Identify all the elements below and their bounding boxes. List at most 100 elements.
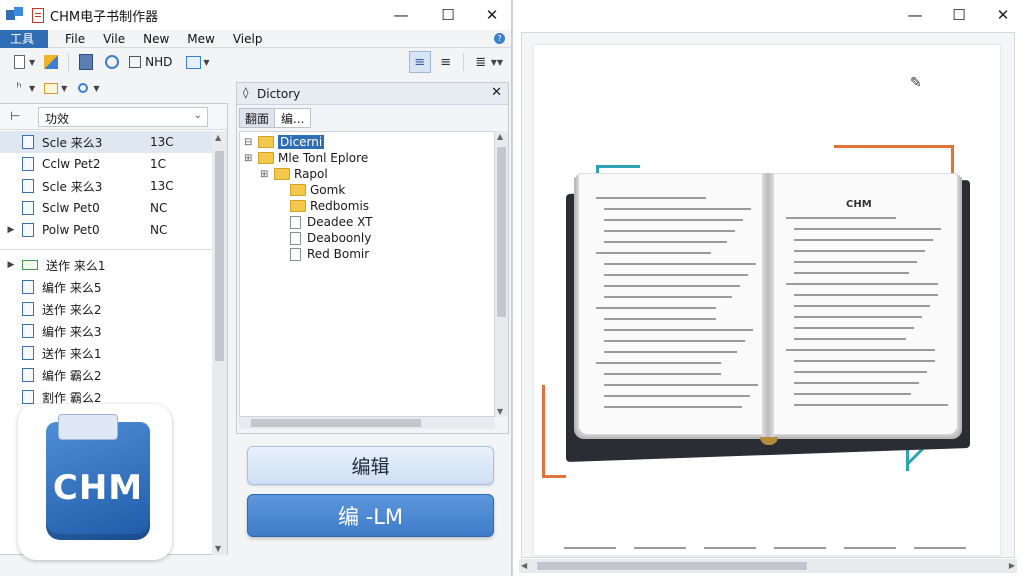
list-item[interactable]: 编作 来么3 — [0, 320, 212, 342]
tree-horizontal-scrollbar[interactable] — [239, 417, 495, 429]
list-item[interactable]: Scle 来么3 13C — [0, 131, 212, 153]
chevron-down-icon[interactable]: ▼ — [497, 58, 503, 67]
text-line — [794, 338, 906, 340]
folder-icon — [258, 136, 274, 148]
scroll-up-arrow[interactable]: ▲ — [215, 133, 221, 142]
hierarchy-icon[interactable] — [127, 51, 143, 73]
menu-vielp[interactable]: Vielp — [224, 30, 272, 48]
list-item-label: 编作 霸么2 — [42, 368, 102, 383]
pin-icon[interactable]: ◊ — [243, 86, 248, 99]
document-icon — [22, 179, 34, 193]
expand-arrow-icon[interactable]: ▶ — [0, 225, 22, 235]
format-icon[interactable]: ʰ — [8, 77, 30, 99]
list-item[interactable]: ▶ Polw Pet0 NC — [0, 219, 212, 241]
chevron-down-icon[interactable]: ▼ — [29, 84, 35, 93]
preview-scrollbar-h[interactable]: ◀ ▶ — [519, 559, 1017, 573]
scroll-right-arrow[interactable]: ▶ — [1009, 561, 1015, 570]
chevron-down-icon[interactable]: ▼ — [93, 84, 99, 93]
tree-node[interactable]: ⊞ Rapol — [260, 166, 328, 182]
tree-node-label: Dicerni — [278, 135, 325, 149]
accent-line-orange — [542, 475, 566, 478]
tree-vertical-scrollbar[interactable]: ▲ ▼ — [495, 131, 508, 417]
close-button[interactable]: ✕ — [470, 0, 514, 30]
tree-expand-toggle[interactable]: ⊞ — [244, 153, 258, 164]
list-item[interactable]: 送作 来么2 — [0, 298, 212, 320]
scroll-left-arrow[interactable]: ◀ — [521, 561, 527, 570]
menu-bar: 工具 File Vile New Mew Vielp ? — [0, 29, 511, 48]
menu-file[interactable]: File — [56, 30, 94, 48]
book-heading: CHM — [846, 199, 872, 210]
close-button[interactable]: ✕ — [981, 0, 1024, 30]
scroll-thumb[interactable] — [251, 419, 421, 427]
close-icon[interactable]: ✕ — [491, 85, 502, 100]
tree-node[interactable]: Deaboonly — [276, 230, 371, 246]
toolbar-nhd-label[interactable]: NHD — [145, 55, 172, 69]
tree-node[interactable]: Redbomis — [276, 198, 369, 214]
list-item[interactable]: ▶ 送作 来么1 — [0, 254, 212, 276]
help-icon[interactable]: ? — [494, 33, 505, 44]
tree-node-label: Deaboonly — [307, 231, 372, 245]
filter-dropdown-value: 功效 — [45, 112, 70, 126]
text-line — [794, 382, 919, 384]
build-chm-button[interactable]: 编 -LM — [247, 494, 494, 537]
maximize-button[interactable]: ☐ — [426, 0, 470, 30]
scroll-thumb[interactable] — [215, 151, 224, 361]
maximize-button[interactable]: ☐ — [937, 0, 981, 30]
list-item[interactable]: 送作 来么1 — [0, 342, 212, 364]
search-icon[interactable] — [72, 77, 94, 99]
chevron-down-icon[interactable]: ▼ — [61, 84, 67, 93]
doc-icon — [32, 7, 44, 23]
scroll-thumb[interactable] — [537, 562, 807, 570]
minimize-button[interactable]: — — [379, 0, 423, 30]
tree-expand-toggle[interactable]: ⊞ — [260, 169, 274, 180]
menu-tools[interactable]: 工具 — [0, 29, 49, 48]
menu-new[interactable]: New — [134, 30, 178, 48]
tree-node[interactable]: Red Bomir — [276, 246, 369, 262]
pin-icon[interactable]: ⊢ — [10, 109, 20, 123]
list-item[interactable]: 编作 霸么2 — [0, 364, 212, 386]
edit-pencil-icon[interactable] — [40, 51, 62, 73]
list-item[interactable]: 编作 来么5 — [0, 276, 212, 298]
comment-icon[interactable] — [40, 77, 62, 99]
text-line — [786, 217, 896, 219]
menu-mew[interactable]: Mew — [178, 30, 224, 48]
scroll-thumb[interactable] — [497, 147, 506, 317]
title-bar: CHM电子书制作器 — ☐ ✕ — [0, 0, 511, 30]
expand-arrow-icon[interactable]: ▶ — [0, 260, 22, 270]
tree-node[interactable]: Gomk — [276, 182, 345, 198]
list-item[interactable]: Sclw Pet0 NC — [0, 197, 212, 219]
list-icon[interactable]: ≣ — [470, 51, 492, 73]
list-item[interactable]: Cclw Pet2 1C — [0, 153, 212, 175]
text-line — [794, 371, 927, 373]
tab-edit[interactable]: 编... — [275, 108, 312, 128]
list-item-label: Sclw Pet0 — [42, 201, 100, 215]
link-icon[interactable] — [101, 51, 123, 73]
new-document-icon[interactable] — [8, 51, 30, 73]
tree-node[interactable]: ⊞ Mle Tonl Eplore — [244, 150, 368, 166]
list-item-value: 13C — [150, 179, 174, 193]
directory-tree: ⊟ Dicerni ⊞ Mle Tonl Eplore ⊞ Rapol Gomk Redbom… — [239, 131, 495, 417]
corner-mark-icon: ✎ — [910, 75, 922, 91]
scroll-down-arrow[interactable]: ▼ — [497, 407, 503, 416]
preview-page: ✎ CHM — [534, 45, 1000, 555]
tree-expand-toggle[interactable]: ⊟ — [244, 137, 258, 148]
book-icon[interactable] — [75, 51, 97, 73]
align-center-icon[interactable]: ≡ — [435, 51, 457, 73]
list-item-label: 送作 来么1 — [42, 346, 102, 361]
filter-dropdown[interactable]: 功效 ⌄ — [38, 107, 208, 127]
minimize-button[interactable]: — — [893, 0, 937, 30]
list-item[interactable]: Scle 来么3 13C — [0, 175, 212, 197]
list-scrollbar[interactable]: ▲ ▼ — [212, 131, 227, 555]
align-left-icon[interactable]: ≡ — [408, 51, 431, 73]
scroll-down-arrow[interactable]: ▼ — [215, 544, 221, 553]
tree-node[interactable]: Deadee XT — [276, 214, 373, 230]
scroll-up-arrow[interactable]: ▲ — [497, 132, 503, 141]
menu-vile[interactable]: Vile — [94, 30, 134, 48]
edit-button[interactable]: 编辑 — [247, 446, 494, 485]
chevron-down-icon[interactable]: ▼ — [203, 58, 209, 67]
tab-pages[interactable]: 翻面 — [239, 108, 276, 128]
chevron-down-icon[interactable]: ▼ — [29, 58, 35, 67]
tree-node[interactable]: ⊟ Dicerni — [244, 134, 325, 150]
document-icon — [22, 201, 34, 215]
window-layout-icon[interactable] — [182, 51, 204, 73]
